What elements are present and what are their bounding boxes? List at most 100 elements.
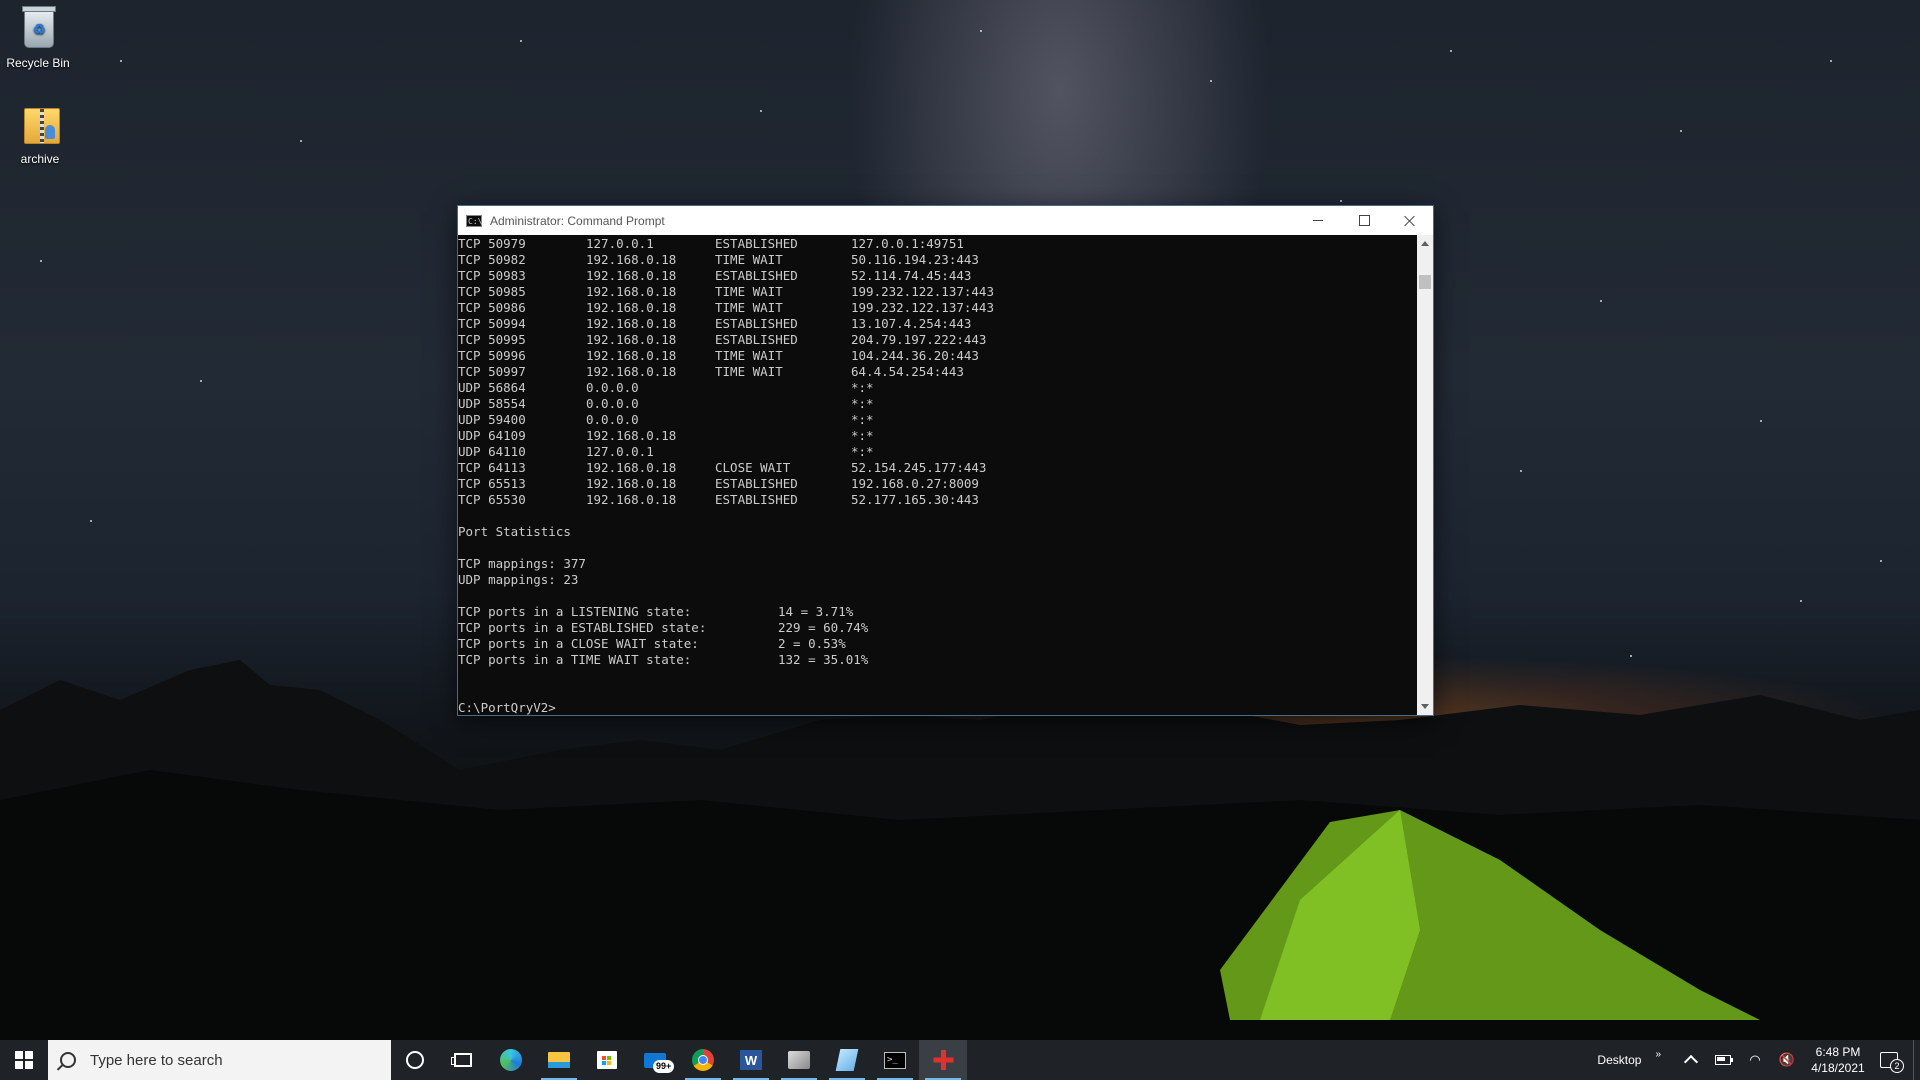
system-tray: Desktop » ◠ 🔇 6:48 PM 4/18/2021 2 [1597,1040,1920,1080]
state-label: TCP ports in a CLOSE WAIT state: [458,636,699,651]
local-address: 192.168.0.18 [586,284,677,299]
maximize-button[interactable] [1341,206,1387,235]
word-button[interactable]: W [727,1040,775,1080]
state-line: TCP ports in a CLOSE WAIT state: 2 = 0.53… [458,636,1418,652]
recycle-bin-label: Recycle Bin [6,56,70,70]
remote-address: 192.168.0.27:8009 [851,476,979,491]
store-button[interactable] [583,1040,631,1080]
connection-state: TIME WAIT [715,300,783,315]
mail-button[interactable]: 99+ [631,1040,679,1080]
tool-button[interactable] [919,1040,967,1080]
connection-row: UDP 56864 0.0.0.0 *:* [458,380,1418,396]
action-center-button[interactable]: 2 [1873,1040,1905,1080]
local-address: 0.0.0.0 [586,380,639,395]
scroll-up-icon[interactable] [1421,241,1429,246]
scroll-down-icon[interactable] [1421,704,1429,709]
file-explorer-button[interactable] [535,1040,583,1080]
taskbar: Type here to search 99+ W >_ Desktop » ◠… [0,1040,1920,1080]
command-prompt-window[interactable]: C:\ Administrator: Command Prompt TCP 50… [457,205,1434,716]
remote-address: 50.116.194.23:443 [851,252,979,267]
state-line: TCP ports in a TIME WAIT state: 132 = 35.… [458,652,1418,668]
word-icon: W [740,1050,762,1070]
connection-state: TIME WAIT [715,284,783,299]
chrome-button[interactable] [679,1040,727,1080]
command-prompt-taskbar-button[interactable]: >_ [871,1040,919,1080]
connection-state: CLOSE WAIT [715,460,791,475]
remote-address: *:* [851,412,874,427]
proto-port: UDP 64109 [458,428,526,443]
windows-logo-icon [15,1051,33,1069]
local-address: 127.0.0.1 [586,444,654,459]
tcp-mappings-text: TCP mappings: 377 [458,556,586,571]
archive-shortcut[interactable]: archive [2,100,78,166]
speaker-muted-icon: 🔇 [1778,1052,1796,1067]
show-desktop-button[interactable] [1913,1040,1920,1080]
udp-mappings-text: UDP mappings: 23 [458,572,579,587]
remote-address: 127.0.0.1:49751 [851,236,964,251]
local-address: 192.168.0.18 [586,476,677,491]
network-button[interactable]: ◠ [1739,1040,1771,1080]
remote-address: 204.79.197.222:443 [851,332,987,347]
show-hidden-icons-button[interactable] [1675,1040,1707,1080]
state-label: TCP ports in a ESTABLISHED state: [458,620,707,635]
connection-row: TCP 65530 192.168.0.18 ESTABLISHED 52.177.1… [458,492,1418,508]
taskbar-search-box[interactable]: Type here to search [48,1040,391,1080]
connection-state: TIME WAIT [715,252,783,267]
cortana-icon [406,1051,424,1069]
task-view-button[interactable] [439,1040,487,1080]
notification-icon: 2 [1880,1052,1904,1073]
proto-port: UDP 56864 [458,380,526,395]
proto-port: TCP 65513 [458,476,526,491]
connection-row: TCP 50982 192.168.0.18 TIME WAIT 50.116.194… [458,252,1418,268]
proto-port: TCP 50985 [458,284,526,299]
remote-address: 52.154.245.177:443 [851,460,987,475]
local-address: 192.168.0.18 [586,300,677,315]
connection-state: TIME WAIT [715,364,783,379]
start-button[interactable] [0,1040,48,1080]
proto-port: TCP 50986 [458,300,526,315]
scrollbar-thumb[interactable] [1419,275,1431,289]
volume-button[interactable]: 🔇 [1771,1040,1803,1080]
clock[interactable]: 6:48 PM 4/18/2021 [1803,1044,1873,1076]
minimize-icon [1313,220,1323,221]
window-titlebar[interactable]: C:\ Administrator: Command Prompt [458,206,1433,235]
remote-address: 52.114.74.45:443 [851,268,972,283]
battery-button[interactable] [1707,1040,1739,1080]
window-title: Administrator: Command Prompt [490,213,665,228]
close-button[interactable] [1387,206,1433,235]
local-address: 0.0.0.0 [586,396,639,411]
clock-time: 6:48 PM [1815,1045,1861,1059]
command-prompt-title-icon[interactable]: C:\ [466,214,482,227]
remote-address: 52.177.165.30:443 [851,492,979,507]
app-button[interactable] [775,1040,823,1080]
vertical-scrollbar[interactable] [1417,235,1433,715]
state-value: 132 = 35.01% [778,652,869,667]
connection-row: TCP 50997 192.168.0.18 TIME WAIT 64.4.54.25… [458,364,1418,380]
desktop-toolbar-label[interactable]: Desktop [1597,1053,1641,1067]
local-address: 192.168.0.18 [586,332,677,347]
recycle-bin-icon: ♻ [14,4,62,52]
stats-heading-text: Port Statistics [458,524,571,539]
proto-port: TCP 65530 [458,492,526,507]
connection-row: TCP 50996 192.168.0.18 TIME WAIT 104.244.36… [458,348,1418,364]
command-prompt-line[interactable]: C:\PortQryV2> [458,700,1418,715]
connection-row: TCP 50985 192.168.0.18 TIME WAIT 199.232.12… [458,284,1418,300]
clock-date: 4/18/2021 [1811,1061,1865,1075]
close-icon [1404,215,1416,227]
cortana-button[interactable] [391,1040,439,1080]
console-output[interactable]: TCP 50979 127.0.0.1 ESTABLISHED 127.0.0.1:4… [458,235,1418,715]
file-explorer-icon [548,1052,570,1068]
toolbar-expand-icon[interactable]: » [1655,1049,1661,1060]
search-placeholder: Type here to search [90,1051,223,1069]
recycle-bin-shortcut[interactable]: ♻ Recycle Bin [0,4,76,70]
edge-button[interactable] [487,1040,535,1080]
remote-address: *:* [851,380,874,395]
app-button-2[interactable] [823,1040,871,1080]
connection-row: TCP 50979 127.0.0.1 ESTABLISHED 127.0.0.1:4… [458,236,1418,252]
app-icon [788,1051,810,1069]
desktop-wallpaper: ♻ Recycle Bin archive C:\ Administrator:… [0,0,1920,1080]
connection-state: ESTABLISHED [715,316,798,331]
minimize-button[interactable] [1295,206,1341,235]
